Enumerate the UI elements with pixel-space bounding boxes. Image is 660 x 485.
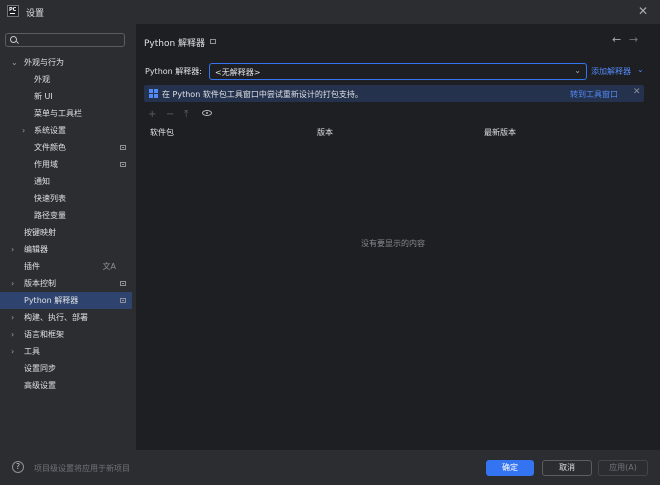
empty-table-message: 没有要显示的内容 xyxy=(361,239,425,248)
sidebar-item-label: 工具 xyxy=(24,347,40,356)
sidebar-item-advanced-settings[interactable]: 高级设置 xyxy=(0,377,132,394)
interpreter-label: Python 解释器: xyxy=(145,67,202,76)
sidebar-item-label: 高级设置 xyxy=(24,381,56,390)
sidebar-item-python-interpreter[interactable]: Python 解释器 xyxy=(0,292,132,309)
sidebar-item-appearance-behavior[interactable]: ⌄ 外观与行为 xyxy=(0,54,132,71)
column-header-version[interactable]: 版本 xyxy=(317,127,333,138)
project-scope-icon xyxy=(120,281,126,286)
settings-search-field[interactable] xyxy=(5,33,125,47)
interpreter-dropdown[interactable]: <无解释器> ⌄ xyxy=(209,63,587,80)
chevron-right-icon: › xyxy=(22,126,26,135)
settings-sidebar: ⌄ 外观与行为 外观 新 UI 菜单与工具栏 › 系统设置 文件颜色 作用域 通… xyxy=(0,24,136,450)
add-icon[interactable]: + xyxy=(148,109,156,120)
column-header-package[interactable]: 软件包 xyxy=(150,127,174,138)
chevron-down-icon: ⌄ xyxy=(11,58,18,67)
column-header-latest-version[interactable]: 最新版本 xyxy=(484,127,516,138)
project-scope-icon xyxy=(210,39,216,44)
sidebar-item-label: 语言和框架 xyxy=(24,330,64,339)
sidebar-item-path-variables[interactable]: 路径变量 xyxy=(0,207,132,224)
sidebar-item-label: 外观 xyxy=(34,75,50,84)
project-scope-icon xyxy=(120,298,126,303)
packages-icon xyxy=(149,89,158,98)
go-to-tool-window-link[interactable]: 转到工具窗口 xyxy=(570,89,618,100)
eye-icon[interactable] xyxy=(202,110,212,116)
sidebar-item-label: 编辑器 xyxy=(24,245,48,254)
settings-content-panel: Python 解释器 ← → Python 解释器: <无解释器> ⌄ 添加解释… xyxy=(136,24,660,450)
remove-icon[interactable]: − xyxy=(166,109,174,120)
sidebar-item-label: 版本控制 xyxy=(24,279,56,288)
footer-note: 项目级设置将应用于新项目 xyxy=(34,464,130,473)
sidebar-item-label: 外观与行为 xyxy=(24,58,64,67)
settings-search-input[interactable] xyxy=(20,35,120,45)
chevron-down-icon[interactable]: ⌄ xyxy=(637,65,644,74)
chevron-right-icon: › xyxy=(11,245,15,254)
sidebar-item-label: 菜单与工具栏 xyxy=(34,109,82,118)
sidebar-item-build-execution-deployment[interactable]: › 构建、执行、部署 xyxy=(0,309,132,326)
sidebar-item-menus-toolbars[interactable]: 菜单与工具栏 xyxy=(0,105,132,122)
sidebar-item-label: 设置同步 xyxy=(24,364,56,373)
sidebar-item-notifications[interactable]: 通知 xyxy=(0,173,132,190)
sidebar-item-label: 快速列表 xyxy=(34,194,66,203)
sidebar-item-label: 按键映射 xyxy=(24,228,56,237)
sidebar-item-version-control[interactable]: › 版本控制 xyxy=(0,275,132,292)
chevron-right-icon: › xyxy=(11,330,15,339)
banner-text: 在 Python 软件包工具窗口中尝试重新设计的打包支持。 xyxy=(162,90,363,99)
interpreter-selected-value: <无解释器> xyxy=(215,68,261,77)
search-icon xyxy=(10,36,17,43)
sidebar-item-label: 构建、执行、部署 xyxy=(24,313,88,322)
sidebar-item-label: 通知 xyxy=(34,177,50,186)
chevron-right-icon: › xyxy=(11,279,15,288)
title-bar: PC 设置 ✕ xyxy=(0,0,660,24)
sidebar-item-editor[interactable]: › 编辑器 xyxy=(0,241,132,258)
add-interpreter-link[interactable]: 添加解释器 xyxy=(591,66,631,77)
sidebar-item-label: 文件颜色 xyxy=(34,143,66,152)
ok-button[interactable]: 确定 xyxy=(486,460,534,476)
close-icon[interactable]: ✕ xyxy=(638,4,648,18)
sidebar-item-appearance[interactable]: 外观 xyxy=(0,71,132,88)
project-scope-icon xyxy=(120,145,126,150)
sidebar-item-file-colors[interactable]: 文件颜色 xyxy=(0,139,132,156)
sidebar-item-settings-sync[interactable]: 设置同步 xyxy=(0,360,132,377)
pycharm-logo-icon: PC xyxy=(7,5,19,17)
project-scope-icon xyxy=(120,162,126,167)
chevron-right-icon: › xyxy=(11,347,15,356)
chevron-down-icon: ⌄ xyxy=(574,66,581,75)
upgrade-icon[interactable]: ⤒ xyxy=(184,109,188,120)
back-arrow-icon[interactable]: ← xyxy=(612,33,621,46)
sidebar-item-tools[interactable]: › 工具 xyxy=(0,343,132,360)
sidebar-item-label: 路径变量 xyxy=(34,211,66,220)
sidebar-item-label: 作用域 xyxy=(34,160,58,169)
sidebar-item-label: 插件 xyxy=(24,262,40,271)
apply-button[interactable]: 应用(A) xyxy=(598,460,648,476)
sidebar-item-label: 系统设置 xyxy=(34,126,66,135)
sidebar-item-keymap[interactable]: 按键映射 xyxy=(0,224,132,241)
dialog-footer: ? 项目级设置将应用于新项目 确定 取消 应用(A) xyxy=(0,450,660,485)
help-icon[interactable]: ? xyxy=(12,461,24,473)
translate-icon: 文A xyxy=(102,262,116,271)
sidebar-item-system-settings[interactable]: › 系统设置 xyxy=(0,122,132,139)
chevron-right-icon: › xyxy=(11,313,15,322)
window-title: 设置 xyxy=(26,9,45,19)
sidebar-item-quick-lists[interactable]: 快速列表 xyxy=(0,190,132,207)
sidebar-item-new-ui[interactable]: 新 UI xyxy=(0,88,132,105)
cancel-button[interactable]: 取消 xyxy=(542,460,592,476)
sidebar-item-languages-frameworks[interactable]: › 语言和框架 xyxy=(0,326,132,343)
forward-arrow-icon[interactable]: → xyxy=(629,33,638,46)
info-banner: 在 Python 软件包工具窗口中尝试重新设计的打包支持。 转到工具窗口 ✕ xyxy=(144,85,644,102)
close-icon[interactable]: ✕ xyxy=(633,87,641,97)
sidebar-item-label: 新 UI xyxy=(34,92,53,101)
page-title: Python 解释器 xyxy=(144,39,206,49)
sidebar-item-plugins[interactable]: 插件 文A xyxy=(0,258,132,275)
sidebar-item-scopes[interactable]: 作用域 xyxy=(0,156,132,173)
sidebar-item-label: Python 解释器 xyxy=(24,296,79,305)
